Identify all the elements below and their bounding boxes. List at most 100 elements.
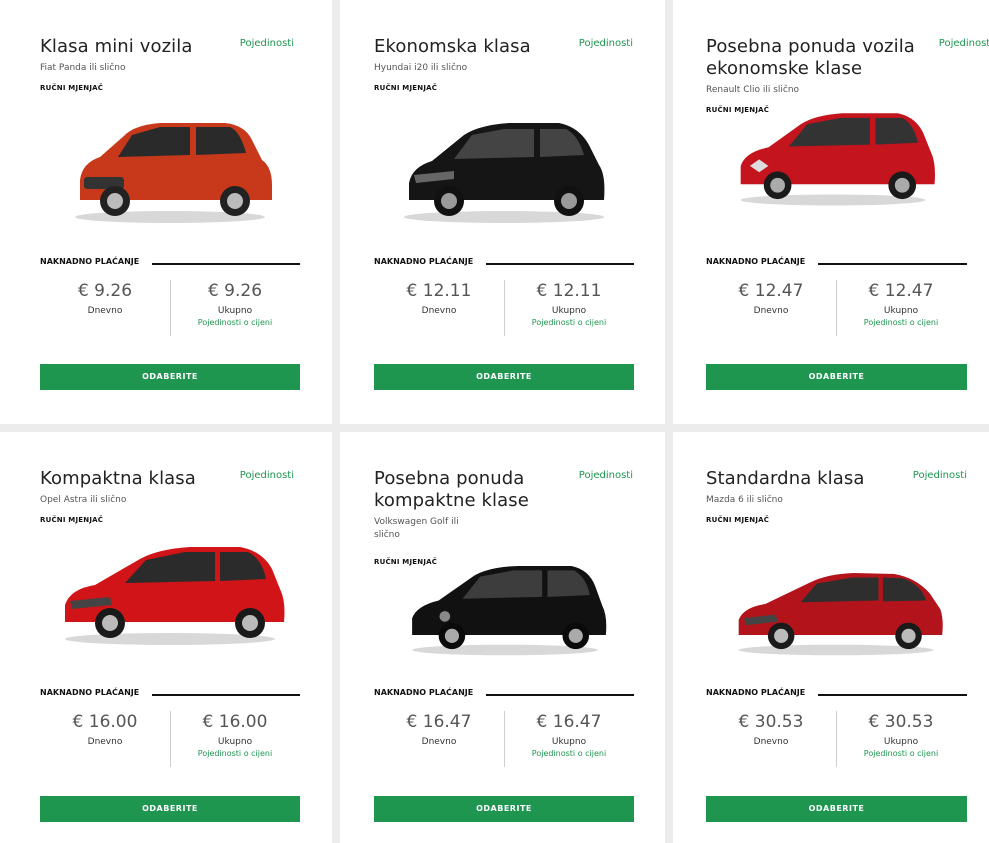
total-price-column: € 30.53 Ukupno Pojedinosti o cijeni [836, 711, 966, 758]
price-details-link[interactable]: Pojedinosti o cijeni [504, 749, 634, 758]
payment-header: NAKNADNO PLAĆANJE [40, 257, 300, 269]
total-price: € 16.00 [202, 712, 268, 732]
car-card-compact: Kompaktna klasa Pojedinosti Opel Astra i… [0, 432, 332, 843]
payment-label: NAKNADNO PLAĆANJE [40, 688, 140, 697]
daily-price-column: € 12.11 Dnevno [374, 280, 504, 316]
car-image [65, 547, 285, 645]
car-image [75, 123, 272, 223]
total-price-column: € 12.47 Ukupno Pojedinosti o cijeni [836, 280, 966, 327]
daily-price-column: € 16.47 Dnevno [374, 711, 504, 747]
price-details-link[interactable]: Pojedinosti o cijeni [836, 749, 966, 758]
car-card-compact-offer: Posebna ponuda kompaktne klase Pojedinos… [340, 432, 665, 843]
car-card-standard: Standardna klasa Pojedinosti Mazda 6 ili… [673, 432, 989, 843]
details-link[interactable]: Pojedinosti [579, 38, 633, 49]
total-price: € 12.47 [868, 281, 934, 301]
total-price-column: € 9.26 Ukupno Pojedinosti o cijeni [170, 280, 300, 327]
car-model-text: Hyundai i20 ili slično [374, 63, 468, 73]
car-class-title: Ekonomska klasa [374, 36, 531, 57]
select-button[interactable]: ODABERITE [374, 796, 634, 822]
total-price: € 9.26 [207, 281, 263, 301]
payment-label: NAKNADNO PLAĆANJE [374, 257, 474, 266]
price-details-link[interactable]: Pojedinosti o cijeni [504, 318, 634, 327]
select-button[interactable]: ODABERITE [374, 364, 634, 390]
total-price: € 30.53 [868, 712, 934, 732]
select-button[interactable]: ODABERITE [706, 796, 967, 822]
details-link[interactable]: Pojedinosti [240, 38, 294, 49]
transmission-label: RUČNI MJENJAČ [40, 84, 104, 92]
price-box: € 12.11 Dnevno € 12.11 Ukupno Pojedinost… [374, 280, 634, 340]
car-image [738, 573, 943, 656]
payment-divider-line [152, 263, 300, 265]
select-button[interactable]: ODABERITE [40, 796, 300, 822]
payment-label: NAKNADNO PLAĆANJE [706, 688, 806, 697]
payment-divider-line [152, 694, 300, 696]
daily-price-column: € 16.00 Dnevno [40, 711, 170, 747]
daily-label: Dnevno [87, 737, 123, 747]
car-image [404, 123, 605, 223]
payment-label: NAKNADNO PLAĆANJE [706, 257, 806, 266]
total-price: € 12.11 [536, 281, 602, 301]
price-box: € 16.00 Dnevno € 16.00 Ukupno Pojedinost… [40, 711, 300, 771]
daily-price: € 30.53 [738, 712, 804, 732]
payment-header: NAKNADNO PLAĆANJE [706, 688, 967, 700]
total-label: Ukupno [883, 306, 919, 316]
total-label: Ukupno [551, 306, 587, 316]
daily-price: € 12.11 [406, 281, 472, 301]
price-box: € 12.47 Dnevno € 12.47 Ukupno Pojedinost… [706, 280, 966, 340]
details-link[interactable]: Pojedinosti [939, 38, 989, 49]
payment-divider-line [486, 263, 634, 265]
total-label: Ukupno [217, 737, 253, 747]
car-card-mini: Klasa mini vozila Pojedinosti Fiat Panda… [0, 0, 332, 424]
price-details-link[interactable]: Pojedinosti o cijeni [836, 318, 966, 327]
price-box: € 16.47 Dnevno € 16.47 Ukupno Pojedinost… [374, 711, 634, 771]
payment-divider-line [486, 694, 634, 696]
transmission-label: RUČNI MJENJAČ [706, 516, 770, 524]
payment-divider-line [818, 263, 967, 265]
daily-price-column: € 30.53 Dnevno [706, 711, 836, 747]
car-image [412, 565, 607, 656]
payment-header: NAKNADNO PLAĆANJE [374, 688, 634, 700]
select-button[interactable]: ODABERITE [706, 364, 967, 390]
transmission-label: RUČNI MJENJAČ [40, 516, 104, 524]
car-model-text: Fiat Panda ili slično [40, 63, 126, 73]
car-model-text: Mazda 6 ili slično [706, 495, 783, 505]
car-class-title: Posebna ponuda vozila ekonomske klase [706, 36, 915, 79]
daily-label: Dnevno [421, 737, 457, 747]
payment-header: NAKNADNO PLAĆANJE [706, 257, 967, 269]
payment-label: NAKNADNO PLAĆANJE [40, 257, 140, 266]
price-box: € 30.53 Dnevno € 30.53 Ukupno Pojedinost… [706, 711, 966, 771]
price-box: € 9.26 Dnevno € 9.26 Ukupno Pojedinosti … [40, 280, 300, 340]
daily-price: € 9.26 [77, 281, 133, 301]
total-label: Ukupno [217, 306, 253, 316]
car-card-economy-offer: Posebna ponuda vozila ekonomske klase Po… [673, 0, 989, 424]
car-class-title: Standardna klasa [706, 468, 865, 489]
car-model-text: Opel Astra ili slično [40, 495, 127, 505]
car-class-title: Kompaktna klasa [40, 468, 196, 489]
total-label: Ukupno [551, 737, 587, 747]
car-model-text: Volkswagen Golf ili slično [374, 517, 459, 540]
car-card-economy: Ekonomska klasa Pojedinosti Hyundai i20 … [340, 0, 665, 424]
payment-label: NAKNADNO PLAĆANJE [374, 688, 474, 697]
daily-label: Dnevno [753, 306, 789, 316]
price-details-link[interactable]: Pojedinosti o cijeni [170, 318, 300, 327]
payment-header: NAKNADNO PLAĆANJE [40, 688, 300, 700]
total-price-column: € 12.11 Ukupno Pojedinosti o cijeni [504, 280, 634, 327]
daily-price: € 12.47 [738, 281, 804, 301]
select-button[interactable]: ODABERITE [40, 364, 300, 390]
car-results-grid: Klasa mini vozila Pojedinosti Fiat Panda… [0, 0, 989, 843]
daily-price-column: € 12.47 Dnevno [706, 280, 836, 316]
transmission-label: RUČNI MJENJAČ [374, 84, 438, 92]
car-class-title: Klasa mini vozila [40, 36, 193, 57]
details-link[interactable]: Pojedinosti [240, 470, 294, 481]
details-link[interactable]: Pojedinosti [913, 470, 967, 481]
total-price: € 16.47 [536, 712, 602, 732]
daily-price: € 16.00 [72, 712, 138, 732]
payment-divider-line [818, 694, 967, 696]
daily-label: Dnevno [753, 737, 789, 747]
price-details-link[interactable]: Pojedinosti o cijeni [170, 749, 300, 758]
details-link[interactable]: Pojedinosti [579, 470, 633, 481]
daily-label: Dnevno [87, 306, 123, 316]
total-label: Ukupno [883, 737, 919, 747]
total-price-column: € 16.00 Ukupno Pojedinosti o cijeni [170, 711, 300, 758]
daily-price-column: € 9.26 Dnevno [40, 280, 170, 316]
